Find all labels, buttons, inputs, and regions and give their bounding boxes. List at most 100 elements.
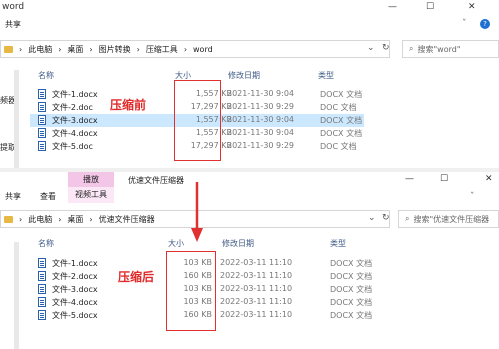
breadcrumb-sep: › (58, 44, 62, 54)
search-placeholder: 搜索"优速文件压缩器 (413, 214, 490, 224)
dropdown-icon[interactable]: ⌄ (368, 213, 376, 223)
breadcrumb-item[interactable]: 桌面 (67, 214, 83, 225)
menu-share[interactable]: 共享 (5, 189, 21, 205)
annotation-after: 压缩后 (118, 270, 155, 284)
file-name: 文件-4.docx (52, 129, 98, 138)
file-type: DOC 文档 (320, 103, 357, 112)
file-name: 文件-5.docx (52, 311, 98, 320)
breadcrumb-item[interactable]: 压缩工具 (146, 44, 178, 55)
file-date: 2022-03-11 11:10 (220, 297, 293, 306)
word-file-icon (38, 115, 46, 125)
file-name: 文件-1.docx (52, 259, 98, 268)
refresh-icon[interactable]: ↻ (382, 213, 390, 223)
file-type: DOCX 文档 (330, 259, 373, 268)
breadcrumb-sep: › (19, 214, 23, 224)
folder-icon (4, 45, 13, 53)
highlight-size-box (166, 251, 216, 331)
breadcrumb-sep: › (19, 44, 23, 54)
ribbon-tab-video-tools[interactable]: 视频工具 (68, 187, 114, 203)
col-header-type[interactable]: 类型 (318, 70, 334, 81)
breadcrumb-item[interactable]: 优速文件压缩器 (99, 214, 155, 225)
file-type: DOC 文档 (320, 142, 357, 151)
file-type: DOCX 文档 (320, 116, 363, 125)
file-type: DOCX 文档 (320, 129, 363, 138)
file-name: 文件-5.doc (52, 142, 93, 151)
file-date: 2022-03-11 11:10 (220, 310, 293, 319)
file-date: 2021-11-30 9:04 (227, 115, 294, 124)
word-file-icon (38, 128, 46, 138)
menu-share[interactable]: 共享 (5, 17, 21, 33)
file-date: 2021-11-30 9:29 (227, 102, 294, 111)
breadcrumb-sep: › (89, 214, 93, 224)
window-title: word (0, 0, 24, 18)
file-type: DOCX 文档 (320, 90, 363, 99)
file-name: 文件-2.docx (52, 272, 98, 281)
top-explorer-window: word — ☐ ✕ 共享 ˇ ? › 此电脑 › 桌面 › 图片转换 › 压缩… (0, 0, 499, 168)
file-name: 文件-1.docx (52, 90, 98, 99)
close-icon[interactable]: ✕ (485, 174, 493, 184)
expand-ribbon-icon[interactable]: ˇ (470, 192, 475, 202)
breadcrumb-item[interactable]: 此电脑 (28, 214, 52, 225)
nav-scrollbar[interactable] (14, 242, 19, 349)
file-row[interactable]: 文件-1.docx 1,557 KB 2021-11-30 9:04 DOCX … (30, 88, 499, 101)
maximize-icon[interactable]: ☐ (440, 174, 448, 184)
minimize-icon[interactable]: — (388, 2, 397, 12)
nav-scrollbar[interactable] (14, 70, 19, 168)
file-row[interactable]: 文件-3.docx 103 KB 2022-03-11 11:10 DOCX 文… (30, 283, 499, 296)
file-type: DOCX 文档 (330, 285, 373, 294)
breadcrumb-item[interactable]: 桌面 (67, 44, 83, 55)
file-row[interactable]: 文件-2.docx 160 KB 2022-03-11 11:10 DOCX 文… (30, 270, 499, 283)
search-input[interactable]: ⌕ 搜索"word" (402, 40, 499, 58)
file-name: 文件-4.docx (52, 298, 98, 307)
word-file-icon (38, 141, 46, 151)
col-header-name[interactable]: 名称 (38, 70, 54, 81)
file-date: 2022-03-11 11:10 (220, 258, 293, 267)
file-row[interactable]: 文件-4.docx 1,557 KB 2021-11-30 9:04 DOCX … (30, 127, 499, 140)
file-row[interactable]: 文件-5.docx 160 KB 2022-03-11 11:10 DOCX 文… (30, 309, 499, 322)
breadcrumb-sep: › (183, 44, 188, 54)
file-row[interactable]: 文件-1.docx 103 KB 2022-03-11 11:10 DOCX 文… (30, 257, 499, 270)
dropdown-icon[interactable]: ⌄ (367, 43, 375, 53)
ribbon-tab-play[interactable]: 播放 (68, 172, 114, 187)
col-header-date[interactable]: 修改日期 (228, 70, 260, 81)
col-header-name[interactable]: 名称 (38, 238, 54, 249)
file-type: DOCX 文档 (330, 311, 373, 320)
search-input[interactable]: ⌕ 搜索"优速文件压缩器 (398, 210, 499, 228)
arrow-down-icon (191, 182, 203, 242)
refresh-icon[interactable]: ↻ (382, 43, 390, 53)
word-file-icon (38, 102, 46, 112)
expand-ribbon-icon[interactable]: ˇ (462, 19, 467, 29)
maximize-icon[interactable]: ☐ (426, 2, 434, 12)
file-date: 2021-11-30 9:04 (227, 128, 294, 137)
breadcrumb-item[interactable]: 图片转换 (99, 44, 131, 55)
breadcrumb-item[interactable]: 此电脑 (28, 44, 52, 55)
folder-icon (4, 215, 13, 223)
col-header-date[interactable]: 修改日期 (222, 238, 254, 249)
menu-view[interactable]: 查看 (40, 189, 56, 205)
close-icon[interactable]: ✕ (468, 2, 476, 12)
highlight-size-box (174, 80, 221, 161)
file-date: 2021-11-30 9:04 (227, 89, 294, 98)
breadcrumb-sep: › (58, 214, 62, 224)
file-date: 2022-03-11 11:10 (220, 271, 293, 280)
file-type: DOCX 文档 (330, 272, 373, 281)
breadcrumb-sep: › (89, 44, 93, 54)
col-header-size[interactable]: 大小 (168, 238, 184, 249)
breadcrumb-item[interactable]: word (193, 45, 213, 54)
address-bar[interactable]: › 此电脑 › 桌面 › 图片转换 › 压缩工具 › word (0, 40, 390, 58)
word-file-icon (38, 284, 46, 294)
word-file-icon (38, 310, 46, 320)
file-name: 文件-2.doc (52, 103, 93, 112)
col-header-type[interactable]: 类型 (330, 238, 346, 249)
word-file-icon (38, 297, 46, 307)
word-file-icon (38, 258, 46, 268)
search-placeholder: 搜索"word" (417, 44, 461, 54)
file-row[interactable]: 文件-5.doc 17,297 KB 2021-11-30 9:29 DOC 文… (30, 140, 499, 153)
minimize-icon[interactable]: — (405, 174, 414, 184)
file-row[interactable]: 文件-4.docx 103 KB 2022-03-11 11:10 DOCX 文… (30, 296, 499, 309)
help-icon[interactable]: ? (480, 19, 490, 29)
search-icon: ⌕ (409, 44, 414, 53)
file-row[interactable]: 文件-2.doc 17,297 KB 2021-11-30 9:29 DOC 文… (30, 101, 499, 114)
search-icon: ⌕ (405, 214, 410, 223)
file-date: 2021-11-30 9:29 (227, 141, 294, 150)
